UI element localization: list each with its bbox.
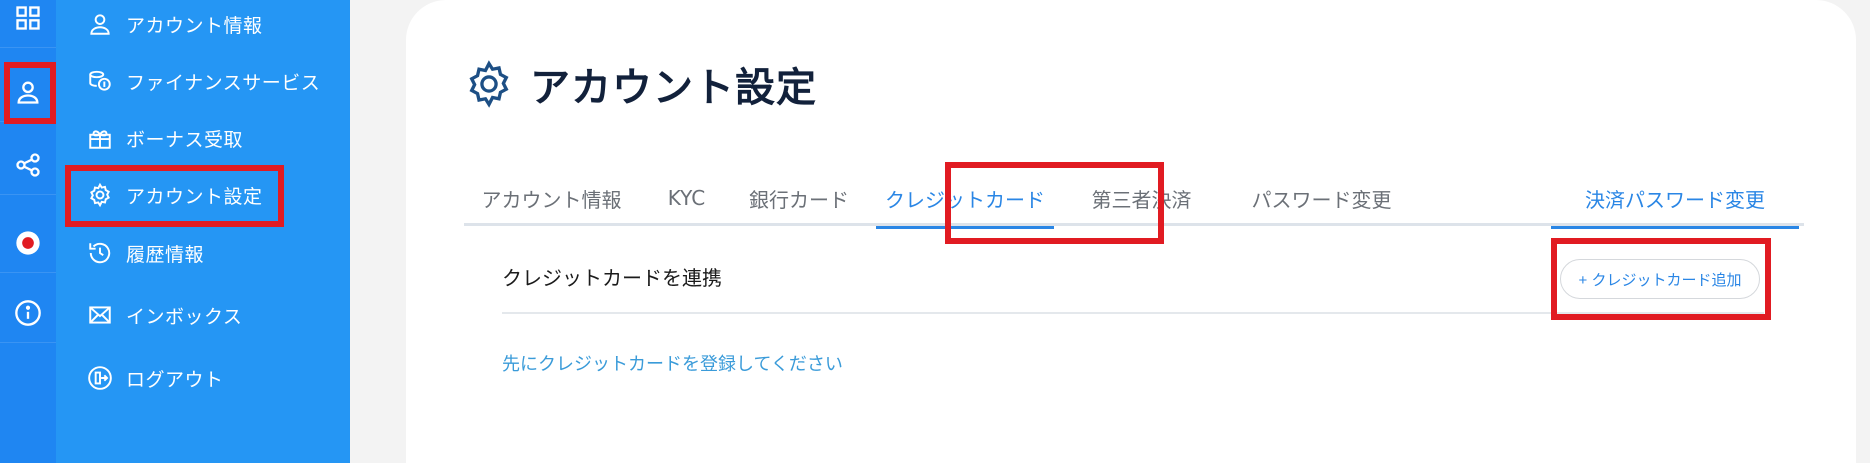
sidebar-item-label: 履歴情報 xyxy=(126,243,205,266)
tab-kyc[interactable]: KYC xyxy=(639,170,734,226)
rail-item-share[interactable] xyxy=(0,135,56,195)
sidebar-item-label: ボーナス受取 xyxy=(126,128,244,151)
user-icon xyxy=(86,10,114,38)
add-credit-card-button[interactable]: + クレジットカード追加 xyxy=(1560,259,1760,299)
sidebar-item-finance[interactable]: ファイナンスサービス xyxy=(86,60,320,102)
rail-item-language[interactable] xyxy=(0,213,56,273)
page-title-text: アカウント設定 xyxy=(530,65,817,111)
sidebar-item-history[interactable]: 履歴情報 xyxy=(86,232,204,274)
history-icon xyxy=(86,239,114,267)
page-title: アカウント設定 xyxy=(464,55,817,113)
sidebar-item-label: アカウント設定 xyxy=(126,185,263,208)
icon-rail xyxy=(0,0,56,463)
coins-icon xyxy=(86,67,114,95)
mail-icon xyxy=(86,301,114,329)
tab-credit-card[interactable]: クレジットカード xyxy=(876,170,1054,229)
sidebar: アカウント情報 ファイナンスサービス ボーナス受取 アカウント設定 履歴情報 イ… xyxy=(56,0,350,463)
sidebar-item-bonus[interactable]: ボーナス受取 xyxy=(86,117,243,159)
rail-item-account[interactable] xyxy=(0,62,56,122)
settings-tabs: アカウント情報 KYC 銀行カード クレジットカード 第三者決済 パスワード変更… xyxy=(464,170,1804,229)
user-icon xyxy=(17,81,39,104)
tab-bank-card[interactable]: 銀行カード xyxy=(734,170,864,226)
rail-item-dashboard[interactable] xyxy=(0,0,56,48)
gear-icon xyxy=(469,60,509,108)
sidebar-item-label: アカウント情報 xyxy=(126,14,263,37)
tab-password-change[interactable]: パスワード変更 xyxy=(1229,170,1414,226)
tab-third-party-payment[interactable]: 第三者決済 xyxy=(1054,170,1229,226)
register-card-notice[interactable]: 先にクレジットカードを登録してください xyxy=(502,350,843,376)
sidebar-item-inbox[interactable]: インボックス xyxy=(86,294,242,336)
logout-icon xyxy=(86,364,114,392)
sidebar-item-account-settings[interactable]: アカウント設定 xyxy=(86,174,263,216)
share-icon xyxy=(16,152,40,177)
sidebar-item-logout[interactable]: ログアウト xyxy=(86,357,224,399)
tab-payment-password-change[interactable]: 決済パスワード変更 xyxy=(1551,170,1799,229)
gift-icon xyxy=(86,124,114,152)
sidebar-item-account-info[interactable]: アカウント情報 xyxy=(86,3,263,45)
sidebar-item-label: ログアウト xyxy=(126,368,224,391)
gear-icon xyxy=(86,181,114,209)
section-label: クレジットカードを連携 xyxy=(502,266,722,290)
sidebar-item-label: インボックス xyxy=(126,305,243,328)
japan-flag-icon xyxy=(16,230,40,255)
tab-account-info[interactable]: アカウント情報 xyxy=(464,170,639,226)
info-icon xyxy=(15,299,41,326)
rail-item-info[interactable] xyxy=(0,283,56,343)
sidebar-item-label: ファイナンスサービス xyxy=(126,71,321,94)
account-settings-card: アカウント設定 アカウント情報 KYC 銀行カード クレジットカード 第三者決済… xyxy=(406,0,1856,463)
divider xyxy=(502,312,1764,314)
grid-icon xyxy=(16,5,40,30)
